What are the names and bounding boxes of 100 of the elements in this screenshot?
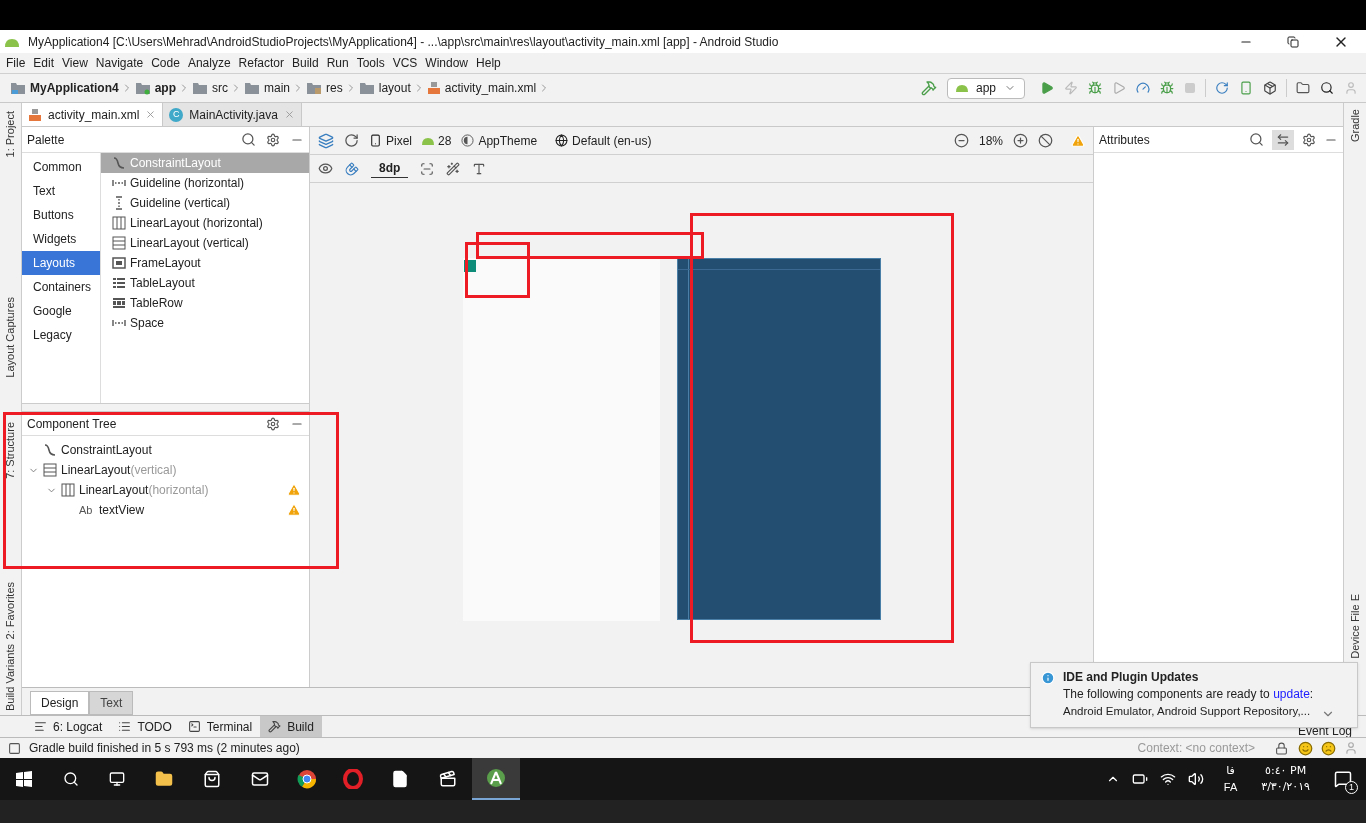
editor-tab[interactable]: C MainActivity.java <box>163 103 302 126</box>
menu-item[interactable]: Navigate <box>91 54 148 72</box>
folder-icon[interactable] <box>1296 81 1310 95</box>
palette-item[interactable]: Guideline (vertical) <box>101 193 309 213</box>
language-indicator[interactable]: FA <box>1223 779 1238 795</box>
battery-icon[interactable] <box>1131 771 1148 787</box>
palette-item[interactable]: TableRow <box>101 293 309 313</box>
restore-button[interactable] <box>1287 35 1299 48</box>
menu-item[interactable]: Edit <box>29 54 59 72</box>
view-tab[interactable]: Design <box>30 691 90 715</box>
search-icon[interactable] <box>1249 132 1264 147</box>
gauge-icon[interactable] <box>1136 81 1150 95</box>
update-link[interactable]: update <box>1273 687 1310 701</box>
frown-icon[interactable] <box>1321 740 1336 756</box>
menu-item[interactable]: Run <box>322 54 353 72</box>
folder-icon[interactable] <box>155 770 173 788</box>
palette-item[interactable]: FrameLayout <box>101 253 309 273</box>
menu-item[interactable]: VCS <box>388 54 422 72</box>
swap-icon[interactable] <box>1272 129 1294 150</box>
menu-item[interactable]: Analyze <box>183 54 235 72</box>
menu-item[interactable]: Help <box>472 54 505 72</box>
breadcrumb[interactable]: main <box>242 79 293 97</box>
breadcrumb[interactable]: activity_main.xml <box>424 79 539 97</box>
tool-window-tab[interactable]: Build Variants <box>0 643 23 711</box>
tool-window-button[interactable]: 6: Logcat <box>26 716 111 737</box>
locale-dropdown[interactable]: Default (en-us) <box>555 131 652 150</box>
bug-icon[interactable] <box>1088 81 1102 95</box>
notifications-icon[interactable] <box>1334 770 1352 788</box>
palette-category[interactable]: Text <box>22 179 100 203</box>
tool-window-button[interactable]: Terminal <box>179 716 261 737</box>
zoom-out-icon[interactable] <box>953 133 969 148</box>
clock-time[interactable]: ٥:٤٠ PM <box>1265 763 1307 779</box>
wifi-icon[interactable] <box>1159 771 1176 787</box>
palette-category[interactable]: Google <box>22 299 100 323</box>
tree-node-label[interactable]: textView <box>99 501 145 519</box>
close-tab-icon[interactable] <box>145 109 157 120</box>
layers-icon[interactable] <box>318 132 334 149</box>
sync-icon[interactable] <box>1215 81 1229 95</box>
menu-item[interactable]: Code <box>147 54 184 72</box>
tool-window-tab[interactable]: 7: Structure <box>0 422 23 480</box>
zoom-in-icon[interactable] <box>1013 133 1028 148</box>
menu-item[interactable]: View <box>58 54 92 72</box>
tool-window-tab[interactable]: Layout Captures <box>0 297 23 379</box>
rotate-icon[interactable] <box>344 133 359 148</box>
palette-item[interactable]: LinearLayout (vertical) <box>101 233 309 253</box>
menu-item[interactable]: Tools <box>352 54 389 72</box>
eye-icon[interactable] <box>318 161 333 176</box>
lock-icon[interactable] <box>1275 741 1288 755</box>
search-icon[interactable] <box>63 771 79 787</box>
device-dropdown[interactable]: Pixel <box>369 131 412 150</box>
language-indicator[interactable]: فا <box>1226 763 1235 779</box>
menu-item[interactable]: Window <box>421 54 473 72</box>
tree-node-label[interactable]: LinearLayout <box>79 481 149 499</box>
editor-tab[interactable]: activity_main.xml <box>22 103 164 126</box>
tool-window-button[interactable]: TODO <box>110 716 180 737</box>
theme-dropdown[interactable]: AppTheme <box>461 131 538 150</box>
breadcrumb[interactable]: MyApplication4 <box>8 79 121 97</box>
search-icon[interactable] <box>1320 81 1334 95</box>
api-dropdown[interactable]: 28 <box>422 131 452 150</box>
palette-item[interactable]: LinearLayout (horizontal) <box>101 213 309 233</box>
smile-icon[interactable] <box>1298 740 1313 756</box>
mail-icon[interactable] <box>251 770 269 788</box>
palette-item[interactable]: TableLayout <box>101 273 309 293</box>
breadcrumb[interactable]: src <box>190 79 231 97</box>
palette-category[interactable]: Legacy <box>22 323 100 347</box>
breadcrumb[interactable]: layout <box>356 79 413 97</box>
tree-node-label[interactable]: ConstraintLayout <box>61 441 152 459</box>
bug-icon[interactable] <box>1160 81 1174 95</box>
breadcrumb[interactable]: res <box>304 79 345 97</box>
menu-item[interactable]: Refactor <box>234 54 288 72</box>
package-icon[interactable] <box>1263 81 1277 95</box>
active-app-tile[interactable] <box>472 758 520 800</box>
clapperboard-icon[interactable] <box>439 770 457 788</box>
clock-date[interactable]: ٣/٣٠/٢٠١٩ <box>1261 779 1310 795</box>
windows-logo-icon[interactable] <box>16 771 32 787</box>
breadcrumb[interactable]: app <box>132 79 179 97</box>
volume-icon[interactable] <box>1187 771 1204 787</box>
hammer-icon[interactable] <box>920 80 937 96</box>
browser-icon[interactable] <box>297 769 317 789</box>
search-icon[interactable] <box>241 132 256 147</box>
wand-icon[interactable] <box>446 161 461 176</box>
margin-field[interactable]: 8dp <box>371 159 409 178</box>
palette-item[interactable]: Space <box>101 313 309 333</box>
tool-window-tab[interactable]: Device File E <box>1342 594 1366 659</box>
palette-category[interactable]: Common <box>22 155 100 179</box>
settings-icon[interactable] <box>266 416 280 431</box>
menu-item[interactable]: Build <box>287 54 323 72</box>
store-icon[interactable] <box>203 770 221 788</box>
tool-window-tab[interactable]: 2: Favorites <box>0 582 23 640</box>
document-icon[interactable] <box>391 770 409 788</box>
palette-category[interactable]: Layouts <box>22 251 100 275</box>
tool-window-button[interactable]: Build <box>260 716 322 737</box>
palette-item[interactable]: Guideline (horizontal) <box>101 173 309 193</box>
palette-category[interactable]: Containers <box>22 275 100 299</box>
splitter-handle[interactable] <box>22 404 309 412</box>
magnet-icon[interactable] <box>345 161 359 176</box>
menu-item[interactable]: File <box>2 54 30 72</box>
palette-category[interactable]: Widgets <box>22 227 100 251</box>
tool-window-tab[interactable]: 1: Project <box>0 111 23 158</box>
tool-window-tab[interactable]: Gradle <box>1342 109 1366 143</box>
